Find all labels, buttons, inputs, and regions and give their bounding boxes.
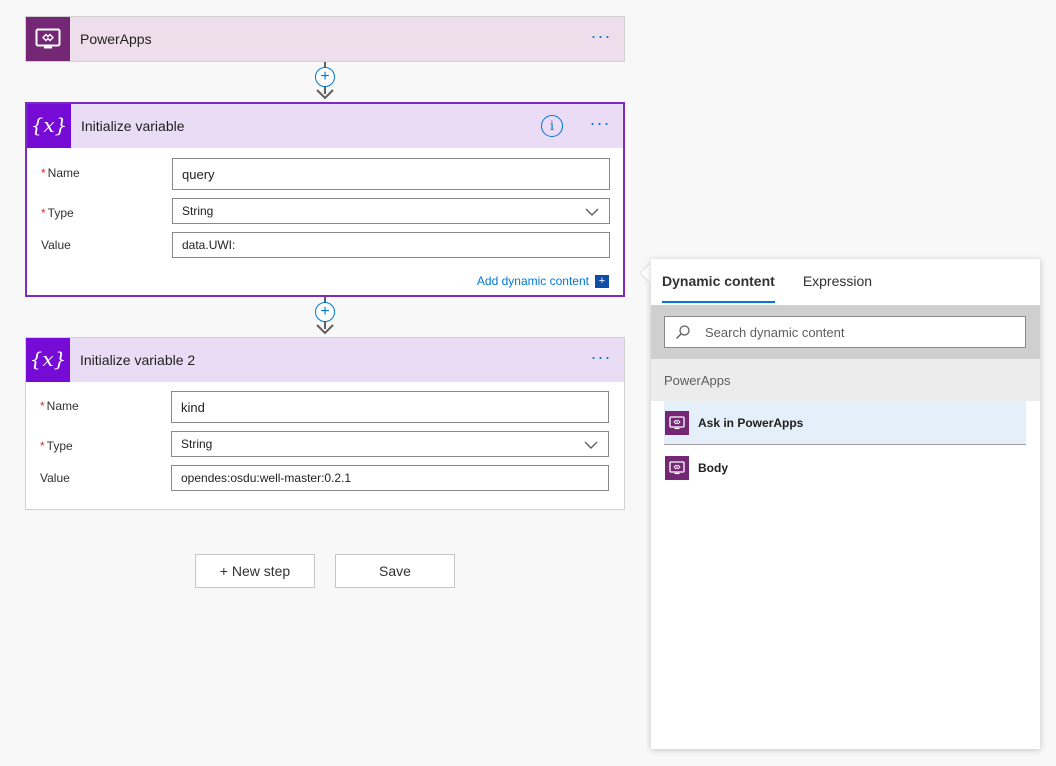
add-dynamic-plus-icon: + bbox=[595, 274, 609, 288]
chevron-down-icon bbox=[585, 208, 599, 216]
value-input[interactable]: data.UWI: bbox=[172, 232, 610, 258]
info-icon[interactable]: i bbox=[541, 115, 563, 137]
search-area bbox=[651, 305, 1040, 359]
search-icon bbox=[676, 325, 690, 339]
trigger-more-options-icon[interactable]: ··· bbox=[584, 27, 618, 51]
svg-text:{x}: {x} bbox=[31, 347, 65, 371]
add-dynamic-content-label: Add dynamic content bbox=[476, 274, 589, 288]
step-more-options-icon[interactable]: ··· bbox=[583, 114, 617, 138]
trigger-card-powerapps[interactable]: PowerApps ··· bbox=[25, 16, 625, 62]
type-row: * Type String bbox=[26, 431, 624, 459]
dynamic-item-ask-in-powerapps[interactable]: Ask in PowerApps bbox=[664, 401, 1026, 445]
tab-expression[interactable]: Expression bbox=[803, 273, 872, 303]
trigger-card-header[interactable]: PowerApps ··· bbox=[26, 17, 624, 61]
value-label: Value bbox=[41, 238, 71, 252]
name-input[interactable]: kind bbox=[171, 391, 609, 423]
type-label: * Type bbox=[41, 206, 74, 220]
insert-step-plus-icon[interactable]: + bbox=[315, 67, 335, 87]
save-button[interactable]: Save bbox=[335, 554, 455, 588]
step-card-header[interactable]: {x} Initialize variable 2 ··· bbox=[26, 338, 624, 382]
step-more-options-icon[interactable]: ··· bbox=[584, 348, 618, 372]
step-title: Initialize variable 2 bbox=[80, 352, 196, 368]
svg-text:{x}: {x} bbox=[32, 113, 66, 137]
dynamic-item-label: Body bbox=[698, 461, 728, 475]
chevron-down-icon bbox=[584, 441, 598, 449]
flow-canvas: PowerApps ··· + {x} Initialize variable … bbox=[0, 0, 1056, 766]
value-row: Value data.UWI: bbox=[27, 232, 623, 260]
dynamic-item-label: Ask in PowerApps bbox=[698, 415, 804, 430]
tab-dynamic-content[interactable]: Dynamic content bbox=[662, 273, 775, 303]
step-card-initialize-variable[interactable]: {x} Initialize variable i ··· * Name quer… bbox=[25, 102, 625, 297]
section-header-powerapps: PowerApps bbox=[651, 359, 1040, 401]
type-select-value: String bbox=[181, 437, 213, 451]
trigger-title: PowerApps bbox=[80, 31, 152, 47]
insert-step-plus-icon[interactable]: + bbox=[315, 302, 335, 322]
new-step-button[interactable]: + New step bbox=[195, 554, 315, 588]
arrow-down-icon bbox=[316, 324, 334, 335]
step-card-initialize-variable-2[interactable]: {x} Initialize variable 2 ··· * Name kind… bbox=[25, 337, 625, 510]
panel-tabs: Dynamic content Expression bbox=[662, 273, 872, 303]
dynamic-content-panel: Dynamic content Expression PowerApps bbox=[651, 259, 1040, 749]
name-row: * Name query bbox=[27, 158, 623, 192]
powerapps-icon bbox=[665, 410, 689, 435]
type-select[interactable]: String bbox=[171, 431, 609, 457]
variable-icon: {x} bbox=[26, 338, 70, 382]
value-row: Value opendes:osdu:well-master:0.2.1 bbox=[26, 465, 624, 493]
panel-pointer bbox=[641, 263, 651, 283]
search-dynamic-content-input[interactable] bbox=[703, 323, 1003, 341]
dynamic-item-body[interactable]: Body bbox=[664, 446, 1026, 490]
powerapps-icon bbox=[26, 17, 70, 61]
type-label: * Type bbox=[40, 439, 73, 453]
step-card-body: * Name query * Type String Value data.UWI:… bbox=[27, 158, 623, 288]
add-dynamic-content-link[interactable]: Add dynamic content + bbox=[477, 274, 609, 288]
name-row: * Name kind bbox=[26, 391, 624, 425]
type-row: * Type String bbox=[27, 198, 623, 226]
arrow-down-icon bbox=[316, 89, 334, 100]
value-input[interactable]: opendes:osdu:well-master:0.2.1 bbox=[171, 465, 609, 491]
variable-icon: {x} bbox=[27, 104, 71, 148]
search-box[interactable] bbox=[664, 316, 1026, 348]
step-card-header[interactable]: {x} Initialize variable i ··· bbox=[27, 104, 623, 148]
type-select[interactable]: String bbox=[172, 198, 610, 224]
step-title: Initialize variable bbox=[81, 118, 185, 134]
name-label: * Name bbox=[40, 399, 79, 413]
name-label: * Name bbox=[41, 166, 80, 180]
step-card-body: * Name kind * Type String Value opendes:os… bbox=[26, 391, 624, 493]
powerapps-icon bbox=[665, 456, 689, 480]
type-select-value: String bbox=[182, 204, 214, 218]
name-input[interactable]: query bbox=[172, 158, 610, 190]
value-label: Value bbox=[40, 471, 70, 485]
